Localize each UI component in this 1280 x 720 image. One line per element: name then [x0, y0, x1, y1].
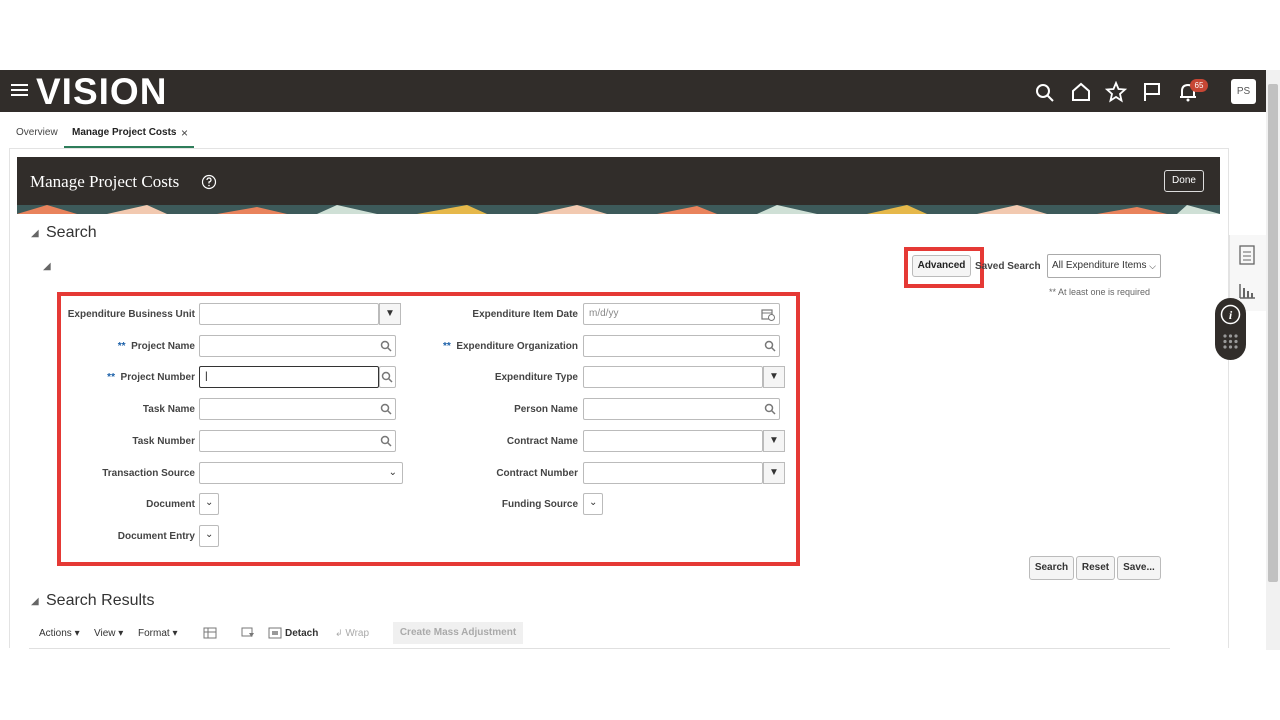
page-title: Manage Project Costs: [30, 172, 180, 191]
document-entry-label: Document Entry: [117, 531, 195, 542]
results-collapse-toggle[interactable]: ◢: [31, 596, 39, 607]
expenditure-organization-label: ** Expenditure Organization: [442, 341, 578, 352]
tab-overview[interactable]: Overview: [16, 127, 58, 138]
required-marker: **: [442, 341, 451, 352]
project-name-input[interactable]: [199, 335, 396, 357]
star-icon[interactable]: [1105, 81, 1127, 103]
task-name-input[interactable]: [199, 398, 396, 420]
app-logo[interactable]: VISION: [36, 72, 167, 112]
chevron-down-icon: ⌄: [205, 497, 214, 508]
expenditure-type-label: Expenditure Type: [494, 372, 578, 383]
chart-icon[interactable]: [1238, 282, 1256, 300]
required-marker: **: [107, 372, 115, 383]
task-number-input[interactable]: [199, 430, 396, 452]
expenditure-business-unit-dropdown[interactable]: ▼: [379, 303, 401, 325]
freeze-icon[interactable]: [203, 627, 217, 639]
person-name-label: Person Name: [514, 404, 578, 415]
chevron-down-icon: ⌄: [388, 467, 397, 478]
search-icon[interactable]: [1034, 82, 1056, 104]
wrap-button[interactable]: ↲ Wrap: [335, 628, 369, 639]
header-decoration: [17, 205, 1220, 214]
saved-search-value: All Expenditure Items: [1052, 260, 1147, 271]
help-icon[interactable]: [201, 174, 217, 190]
save-button[interactable]: Save...: [1117, 556, 1161, 580]
svg-text:i: i: [1229, 308, 1233, 322]
detach-button[interactable]: Detach: [285, 628, 318, 639]
done-button[interactable]: Done: [1164, 170, 1204, 192]
expenditure-item-date-label: Expenditure Item Date: [472, 309, 578, 320]
detach-icon[interactable]: [268, 627, 282, 639]
vertical-scrollbar[interactable]: [1266, 70, 1280, 650]
search-icon[interactable]: [380, 403, 392, 415]
expenditure-type-dropdown[interactable]: ▼: [763, 366, 785, 388]
grid-icon[interactable]: [1222, 333, 1239, 350]
search-collapse-toggle[interactable]: ◢: [31, 228, 39, 239]
create-mass-adjustment-button[interactable]: Create Mass Adjustment: [393, 622, 523, 644]
search-panel-toggle[interactable]: ◢: [43, 261, 51, 272]
search-icon[interactable]: [381, 371, 393, 383]
chevron-down-icon: ⌄: [205, 529, 214, 540]
task-name-label: Task Name: [142, 404, 195, 415]
contract-number-input[interactable]: [583, 462, 763, 484]
report-icon[interactable]: [1239, 245, 1255, 265]
search-icon[interactable]: [764, 403, 776, 415]
contract-name-dropdown[interactable]: ▼: [763, 430, 785, 452]
contract-name-label: Contract Name: [506, 436, 578, 447]
search-icon[interactable]: [764, 340, 776, 352]
highlight-advanced-button: [904, 247, 984, 288]
flag-icon[interactable]: [1141, 81, 1163, 103]
search-button[interactable]: Search: [1029, 556, 1074, 580]
scrollbar-thumb[interactable]: [1268, 84, 1278, 582]
required-note: ** At least one is required: [1049, 287, 1151, 297]
funding-source-select[interactable]: ⌄: [583, 493, 603, 515]
project-number-input[interactable]: |: [199, 366, 379, 388]
actions-menu[interactable]: Actions ▾: [39, 628, 80, 639]
highlight-search-fields: [57, 292, 800, 566]
search-icon[interactable]: [380, 435, 392, 447]
view-menu[interactable]: View ▾: [94, 628, 123, 639]
document-label: Document: [146, 499, 195, 510]
tab-manage-project-costs[interactable]: Manage Project Costs: [72, 127, 176, 138]
document-entry-select[interactable]: ⌄: [199, 525, 219, 547]
project-number-label: ** Project Number: [107, 372, 195, 383]
search-icon[interactable]: [380, 340, 392, 352]
search-results-title: Search Results: [46, 592, 155, 609]
task-number-label: Task Number: [132, 436, 195, 447]
results-divider: [29, 648, 1170, 649]
info-icon[interactable]: i: [1220, 304, 1241, 325]
saved-search-select[interactable]: All Expenditure Items ⌵: [1047, 254, 1161, 278]
expenditure-organization-input[interactable]: [583, 335, 780, 357]
notification-badge: 65: [1190, 79, 1208, 92]
transaction-source-label: Transaction Source: [102, 468, 195, 479]
expenditure-business-unit-input[interactable]: [199, 303, 379, 325]
saved-search-label: Saved Search: [975, 261, 1041, 272]
required-marker: **: [117, 341, 126, 352]
contract-number-label: Contract Number: [496, 468, 578, 479]
hamburger-icon[interactable]: [11, 84, 28, 98]
format-menu[interactable]: Format ▾: [138, 628, 177, 639]
chevron-down-icon: ⌵: [1149, 261, 1156, 271]
reset-button[interactable]: Reset: [1076, 556, 1115, 580]
calendar-icon[interactable]: [761, 307, 775, 321]
avatar[interactable]: PS: [1231, 79, 1256, 104]
expenditure-business-unit-label: Expenditure Business Unit: [67, 309, 195, 320]
filter-icon[interactable]: [241, 627, 255, 639]
contract-name-input[interactable]: [583, 430, 763, 452]
home-icon[interactable]: [1070, 81, 1092, 103]
expenditure-type-input[interactable]: [583, 366, 763, 388]
project-name-label: ** Project Name: [117, 341, 195, 352]
document-select[interactable]: ⌄: [199, 493, 219, 515]
contract-number-dropdown[interactable]: ▼: [763, 462, 785, 484]
person-name-input[interactable]: [583, 398, 780, 420]
search-section-title: Search: [46, 224, 97, 241]
funding-source-label: Funding Source: [501, 499, 578, 510]
close-tab-icon[interactable]: ×: [181, 126, 188, 140]
chevron-down-icon: ⌄: [589, 497, 598, 508]
expenditure-item-date-input[interactable]: m/d/yy: [583, 303, 780, 325]
transaction-source-select[interactable]: ⌄: [199, 462, 403, 484]
